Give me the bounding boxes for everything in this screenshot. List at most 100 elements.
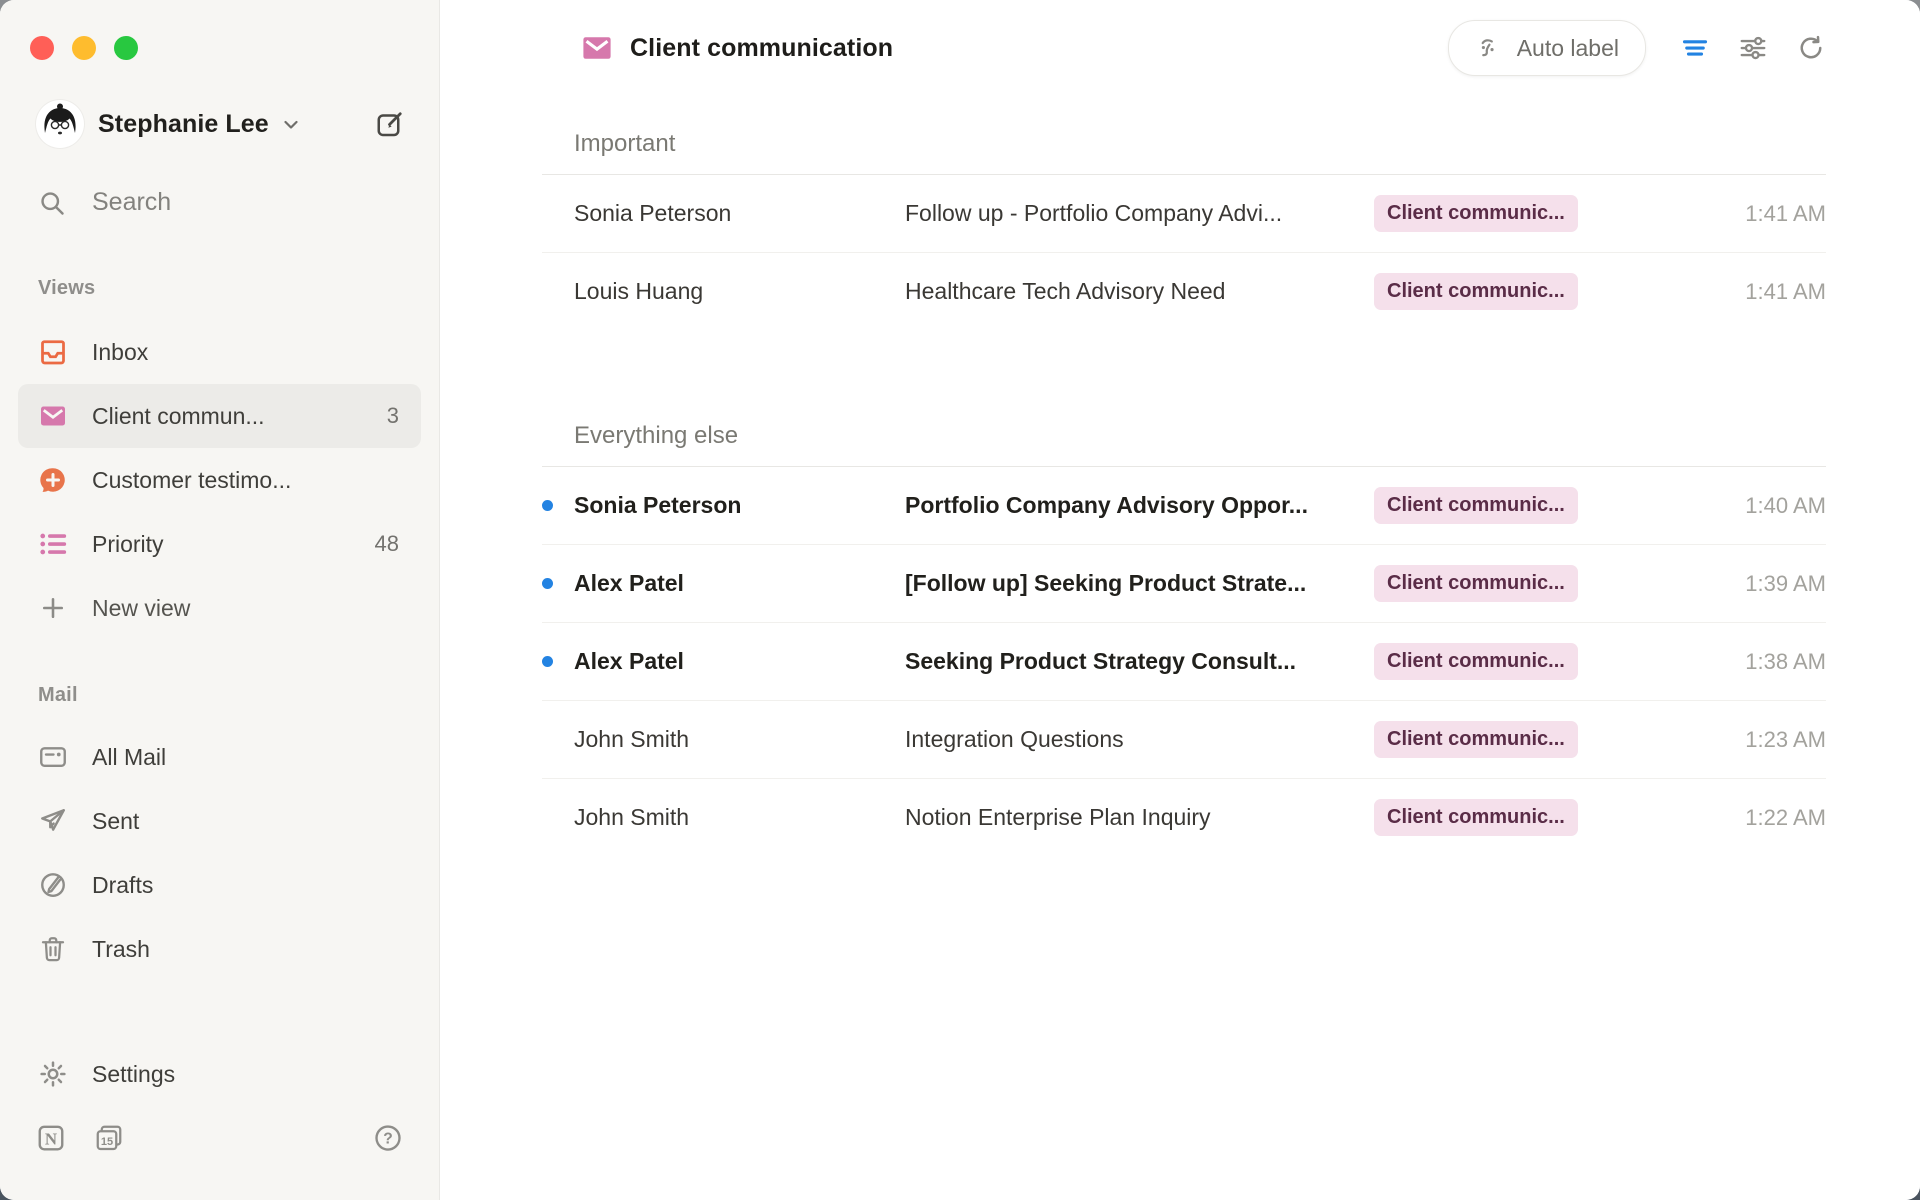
email-sender: John Smith bbox=[574, 726, 905, 753]
label-badge[interactable]: Client communic... bbox=[1374, 195, 1578, 232]
user-name: Stephanie Lee bbox=[98, 110, 269, 139]
gear-icon bbox=[38, 1059, 68, 1089]
email-sender: Sonia Peterson bbox=[574, 200, 905, 227]
unread-count: 48 bbox=[375, 531, 399, 557]
search-icon bbox=[38, 189, 66, 217]
view-header: Client communication Auto label bbox=[440, 0, 1920, 96]
email-row[interactable]: John Smith Notion Enterprise Plan Inquir… bbox=[542, 778, 1826, 856]
email-sender: John Smith bbox=[574, 804, 905, 831]
sidebar-item-label: All Mail bbox=[92, 744, 166, 771]
envelope-icon bbox=[580, 31, 614, 65]
sidebar-footer: N 15 ? bbox=[0, 1106, 439, 1200]
help-icon[interactable]: ? bbox=[373, 1123, 403, 1153]
label-badge[interactable]: Client communic... bbox=[1374, 799, 1578, 836]
account-switcher[interactable]: Stephanie Lee bbox=[36, 100, 405, 148]
section-title: Everything else bbox=[574, 422, 1826, 450]
calendar-app-icon[interactable]: 15 bbox=[94, 1123, 124, 1153]
sidebar-item-label: Customer testimo... bbox=[92, 467, 291, 494]
sidebar-item-label: Settings bbox=[92, 1061, 175, 1088]
sidebar: Stephanie Lee Search Views bbox=[0, 0, 440, 1200]
chat-plus-icon bbox=[38, 465, 68, 495]
search-button[interactable]: Search bbox=[38, 188, 403, 217]
sidebar-item-label: Inbox bbox=[92, 339, 148, 366]
email-subject: Seeking Product Strategy Consult... bbox=[905, 648, 1374, 675]
email-time: 1:38 AM bbox=[1745, 649, 1826, 675]
email-time: 1:23 AM bbox=[1745, 727, 1826, 753]
sidebar-item-sent[interactable]: Sent bbox=[18, 789, 421, 853]
unread-dot bbox=[542, 656, 553, 667]
sidebar-item-label: Priority bbox=[92, 531, 164, 558]
refresh-icon[interactable] bbox=[1796, 33, 1826, 63]
email-row[interactable]: Alex Patel [Follow up] Seeking Product S… bbox=[542, 544, 1826, 622]
chevron-down-icon bbox=[279, 112, 303, 136]
inbox-icon bbox=[38, 337, 68, 367]
email-sender: Alex Patel bbox=[574, 648, 905, 675]
bulleted-list-icon bbox=[38, 529, 68, 559]
email-sender: Sonia Peterson bbox=[574, 492, 905, 519]
email-time: 1:41 AM bbox=[1745, 201, 1826, 227]
unread-count: 3 bbox=[387, 403, 399, 429]
plus-icon bbox=[38, 593, 68, 623]
main-panel: Client communication Auto label bbox=[440, 0, 1920, 1200]
email-subject: Notion Enterprise Plan Inquiry bbox=[905, 804, 1374, 831]
ai-face-icon bbox=[1475, 34, 1503, 62]
sidebar-item-trash[interactable]: Trash bbox=[18, 917, 421, 981]
all-mail-icon bbox=[38, 742, 68, 772]
minimize-window-button[interactable] bbox=[72, 36, 96, 60]
email-row[interactable]: Louis Huang Healthcare Tech Advisory Nee… bbox=[542, 252, 1826, 330]
views-nav: Inbox Client commun... 3 bbox=[0, 300, 439, 640]
sidebar-item-priority[interactable]: Priority 48 bbox=[18, 512, 421, 576]
avatar bbox=[36, 100, 84, 148]
mail-nav: All Mail Sent bbox=[0, 707, 439, 981]
sidebar-item-customer-testimonials[interactable]: Customer testimo... bbox=[18, 448, 421, 512]
filter-icon[interactable] bbox=[1680, 33, 1710, 63]
label-badge[interactable]: Client communic... bbox=[1374, 487, 1578, 524]
email-row[interactable]: Sonia Peterson Follow up - Portfolio Com… bbox=[542, 175, 1826, 252]
envelope-icon bbox=[38, 401, 68, 431]
unread-dot bbox=[542, 500, 553, 511]
email-subject: Healthcare Tech Advisory Need bbox=[905, 278, 1374, 305]
views-section-label: Views bbox=[38, 277, 439, 300]
email-subject: [Follow up] Seeking Product Strate... bbox=[905, 570, 1374, 597]
mail-section-label: Mail bbox=[38, 684, 439, 707]
compose-icon[interactable] bbox=[375, 109, 405, 139]
section-everything-else: Everything else Sonia Peterson Portfolio… bbox=[542, 422, 1826, 856]
email-sender: Louis Huang bbox=[574, 278, 905, 305]
sidebar-item-label: Trash bbox=[92, 936, 150, 963]
search-label: Search bbox=[92, 188, 171, 217]
email-sender: Alex Patel bbox=[574, 570, 905, 597]
page-title: Client communication bbox=[630, 34, 893, 63]
email-row[interactable]: Alex Patel Seeking Product Strategy Cons… bbox=[542, 622, 1826, 700]
drafts-icon bbox=[38, 870, 68, 900]
close-window-button[interactable] bbox=[30, 36, 54, 60]
email-subject: Portfolio Company Advisory Oppor... bbox=[905, 492, 1374, 519]
email-row[interactable]: John Smith Integration Questions Client … bbox=[542, 700, 1826, 778]
sidebar-item-label: Drafts bbox=[92, 872, 153, 899]
email-time: 1:41 AM bbox=[1745, 279, 1826, 305]
email-subject: Follow up - Portfolio Company Advi... bbox=[905, 200, 1374, 227]
label-badge[interactable]: Client communic... bbox=[1374, 643, 1578, 680]
email-time: 1:40 AM bbox=[1745, 493, 1826, 519]
sidebar-item-settings[interactable]: Settings bbox=[18, 1042, 421, 1106]
label-badge[interactable]: Client communic... bbox=[1374, 565, 1578, 602]
sidebar-item-label: New view bbox=[92, 595, 190, 622]
email-row[interactable]: Sonia Peterson Portfolio Company Advisor… bbox=[542, 467, 1826, 544]
zoom-window-button[interactable] bbox=[114, 36, 138, 60]
sidebar-item-inbox[interactable]: Inbox bbox=[18, 320, 421, 384]
auto-label-label: Auto label bbox=[1517, 35, 1619, 62]
email-subject: Integration Questions bbox=[905, 726, 1374, 753]
label-badge[interactable]: Client communic... bbox=[1374, 721, 1578, 758]
svg-text:15: 15 bbox=[101, 1136, 113, 1148]
window-controls bbox=[0, 0, 439, 60]
sidebar-item-label: Sent bbox=[92, 808, 139, 835]
sidebar-item-new-view[interactable]: New view bbox=[18, 576, 421, 640]
sidebar-item-all-mail[interactable]: All Mail bbox=[18, 725, 421, 789]
sidebar-item-client-communication[interactable]: Client commun... 3 bbox=[18, 384, 421, 448]
svg-text:?: ? bbox=[383, 1131, 393, 1148]
auto-label-button[interactable]: Auto label bbox=[1448, 20, 1646, 76]
display-settings-icon[interactable] bbox=[1738, 33, 1768, 63]
sidebar-item-drafts[interactable]: Drafts bbox=[18, 853, 421, 917]
notion-app-icon[interactable]: N bbox=[36, 1123, 66, 1153]
unread-dot bbox=[542, 578, 553, 589]
label-badge[interactable]: Client communic... bbox=[1374, 273, 1578, 310]
